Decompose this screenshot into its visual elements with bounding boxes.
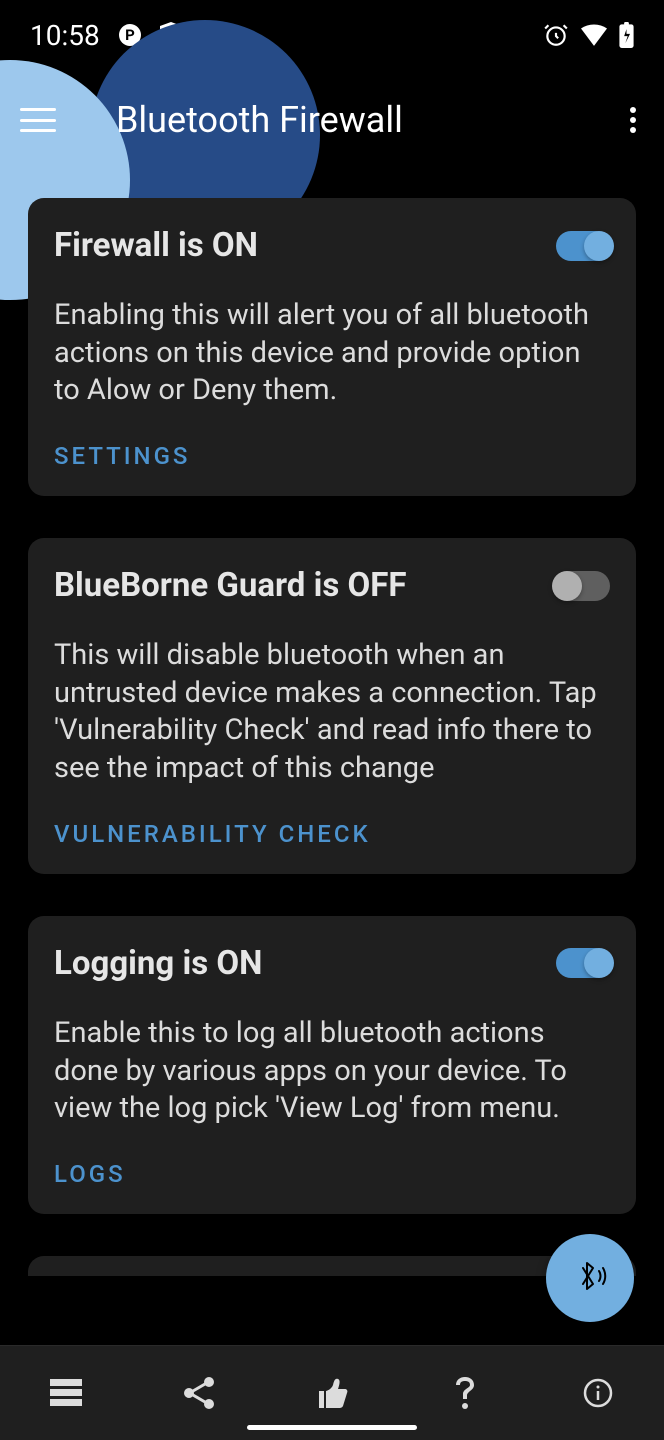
main-content: Firewall is ON Enabling this will alert … — [0, 170, 664, 1345]
nav-info-button[interactable] — [531, 1346, 664, 1440]
alarm-icon — [543, 22, 569, 48]
app-bar: Bluetooth Firewall — [0, 70, 664, 170]
blueborne-toggle[interactable] — [556, 571, 610, 601]
logging-card-title: Logging is ON — [54, 944, 262, 983]
thumbs-up-icon — [316, 1378, 348, 1408]
partial-next-card — [28, 1256, 636, 1276]
vulnerability-check-button[interactable]: VULNERABILITY CHECK — [54, 820, 610, 848]
blueborne-card-description: This will disable bluetooth when an untr… — [54, 637, 610, 788]
menu-icon[interactable] — [20, 108, 56, 132]
settings-button[interactable]: SETTINGS — [54, 442, 610, 470]
more-icon[interactable] — [622, 99, 644, 141]
nav-list-button[interactable] — [0, 1346, 133, 1440]
firewall-card-title: Firewall is ON — [54, 226, 258, 265]
svg-text:P: P — [125, 26, 135, 44]
list-icon — [50, 1379, 82, 1407]
info-icon — [583, 1378, 613, 1408]
status-bar-right — [543, 22, 634, 48]
share-icon — [184, 1377, 214, 1409]
logging-toggle[interactable] — [556, 948, 610, 978]
blueborne-card: BlueBorne Guard is OFF This will disable… — [28, 538, 636, 874]
logs-button[interactable]: LOGS — [54, 1160, 610, 1188]
nav-help-button[interactable] — [398, 1346, 531, 1440]
parking-icon: P — [118, 23, 142, 47]
logging-card-description: Enable this to log all bluetooth actions… — [54, 1015, 610, 1128]
firewall-card: Firewall is ON Enabling this will alert … — [28, 198, 636, 496]
status-bar: 10:58 P — [0, 0, 664, 70]
shield-icon — [160, 22, 182, 48]
app-title: Bluetooth Firewall — [116, 99, 622, 141]
nav-share-button[interactable] — [133, 1346, 266, 1440]
logging-card: Logging is ON Enable this to log all blu… — [28, 916, 636, 1214]
status-bar-left: 10:58 P — [30, 19, 182, 52]
status-time: 10:58 — [30, 19, 100, 52]
wifi-icon — [581, 24, 607, 46]
bluetooth-fab[interactable] — [546, 1234, 634, 1322]
bluetooth-broadcast-icon — [570, 1258, 610, 1298]
battery-icon — [619, 22, 634, 48]
help-icon — [454, 1377, 476, 1409]
firewall-toggle[interactable] — [556, 231, 610, 261]
blueborne-card-title: BlueBorne Guard is OFF — [54, 566, 406, 605]
home-indicator[interactable] — [247, 1425, 417, 1430]
firewall-card-description: Enabling this will alert you of all blue… — [54, 297, 610, 410]
